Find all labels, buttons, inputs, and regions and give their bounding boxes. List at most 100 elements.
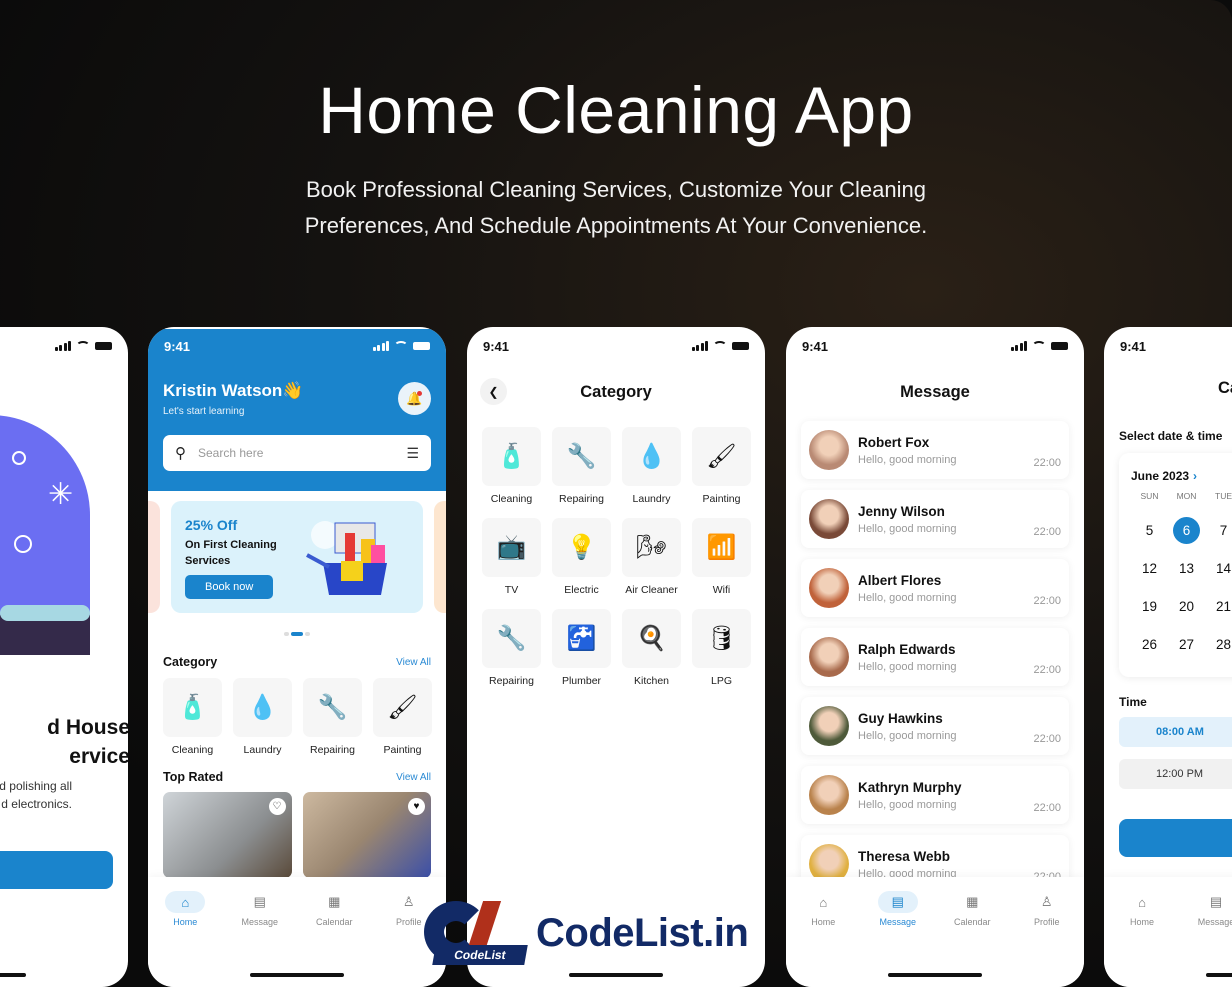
category-item[interactable]: 🔧 Repairing — [552, 427, 611, 507]
top-rated-view-all-link[interactable]: View All — [396, 772, 431, 783]
onboarding-next-button[interactable] — [0, 851, 113, 889]
message-item[interactable]: Guy Hawkins Hello, good morning 22:00 — [801, 697, 1069, 755]
category-item[interactable]: 🧴 Cleaning — [163, 678, 222, 756]
category-item[interactable]: 🍳 Kitchen — [622, 609, 681, 689]
onboarding-title: d House ervice — [0, 713, 128, 771]
tab-label: Profile — [1033, 917, 1060, 927]
message-item[interactable]: Albert Flores Hello, good morning 22:00 — [801, 559, 1069, 617]
category-item[interactable]: 🔧 Repairing — [303, 678, 362, 756]
promo-card-next[interactable] — [434, 501, 446, 613]
time-slot[interactable]: 12:00 PM — [1119, 759, 1232, 789]
message-icon: ▤ — [877, 891, 918, 913]
category-view-all-link[interactable]: View All — [396, 657, 431, 668]
message-preview: Hello, good morning — [858, 522, 957, 535]
calendar-day[interactable]: 20 — [1168, 593, 1205, 620]
status-time: 9:41 — [1120, 338, 1147, 354]
air-cleaner-icon: 🌬 — [622, 518, 681, 577]
category-item[interactable]: 💡 Electric — [552, 518, 611, 598]
painting-icon: 🖌 — [692, 427, 751, 486]
time-slot-selected[interactable]: 08:00 AM — [1119, 717, 1232, 747]
calendar-day[interactable]: 28 — [1205, 631, 1232, 658]
message-item[interactable]: Robert Fox Hello, good morning 22:00 — [801, 421, 1069, 479]
category-label: Electric — [564, 584, 599, 596]
contact-name: Albert Flores — [858, 572, 942, 588]
calendar-icon: ▦ — [966, 894, 979, 909]
tab-home[interactable]: ⌂ Home — [155, 891, 215, 987]
onboarding-title-line: ervice — [69, 745, 128, 768]
repairing-icon: 🔧 — [482, 609, 541, 668]
calendar-week: 12 13 14 — [1131, 555, 1232, 582]
calendar-day[interactable]: 12 — [1131, 555, 1168, 582]
calendar-day[interactable]: 5 — [1131, 517, 1168, 544]
status-bar: 9:41 — [1104, 329, 1232, 363]
message-item[interactable]: Ralph Edwards Hello, good morning 22:00 — [801, 628, 1069, 686]
heart-filled-icon[interactable]: ♥ — [408, 798, 425, 815]
calendar-day[interactable]: 21 — [1205, 593, 1232, 620]
category-item[interactable]: 🚰 Plumber — [552, 609, 611, 689]
search-input[interactable]: ⚲ Search here ☰ — [163, 435, 431, 471]
home-indicator — [569, 973, 663, 977]
calendar-day[interactable]: 7 — [1205, 517, 1232, 544]
category-item[interactable]: 💧 Laundry — [622, 427, 681, 507]
electric-icon: 💡 — [552, 518, 611, 577]
onboarding-desc-line: nd polishing all — [0, 779, 72, 793]
category-label: Painting — [383, 744, 422, 756]
contact-name: Ralph Edwards — [858, 641, 956, 657]
notification-bell-icon[interactable]: 🔔 — [398, 382, 431, 415]
category-item[interactable]: 🧴 Cleaning — [482, 427, 541, 507]
tab-label: Calendar — [315, 917, 353, 927]
hero-subtitle-line: Book Professional Cleaning Services, Cus… — [305, 177, 926, 202]
top-rated-card[interactable]: ♥ — [302, 792, 431, 878]
category-label: Cleaning — [171, 744, 214, 756]
tab-profile[interactable]: ♙ Profile — [1017, 891, 1077, 987]
back-chevron-icon[interactable]: ❮ — [480, 378, 507, 405]
calendar-day[interactable]: 26 — [1131, 631, 1168, 658]
category-item[interactable]: 🖌 Painting — [373, 678, 432, 756]
calendar-week: 567 — [1131, 517, 1232, 544]
category-item[interactable]: 🌬 Air Cleaner — [622, 518, 681, 598]
message-list[interactable]: Robert Fox Hello, good morning 22:00 Jenny … — [786, 421, 1084, 893]
battery-icon — [732, 342, 749, 350]
category-item[interactable]: 📶 Wifi — [692, 518, 751, 598]
page-title: Message — [900, 383, 970, 401]
message-item[interactable]: Kathryn Murphy Hello, good morning 22:00 — [801, 766, 1069, 824]
profile-icon: ♙ — [1040, 894, 1053, 909]
category-item[interactable]: 📺 TV — [482, 518, 541, 598]
calendar-day-selected[interactable]: 6 — [1173, 517, 1200, 544]
category-item[interactable]: 🛢 LPG — [692, 609, 751, 689]
category-item[interactable]: 🖌 Painting — [692, 427, 751, 507]
home-indicator — [250, 973, 344, 977]
top-rated-card[interactable]: ♡ — [163, 792, 292, 878]
weekday-headers: SUN MON TUE — [1131, 491, 1232, 501]
month-selector[interactable]: June 2023 › — [1131, 469, 1232, 483]
heart-outline-icon[interactable]: ♡ — [268, 798, 286, 815]
status-bar: 9:41 — [467, 329, 765, 363]
tab-home[interactable]: ⌂ Home — [793, 891, 853, 987]
book-now-button[interactable]: Book now — [185, 575, 274, 599]
category-label: Kitchen — [633, 675, 670, 687]
contact-name: Robert Fox — [858, 434, 930, 450]
category-label: Repairing — [489, 675, 534, 687]
calendar-day[interactable]: 14 — [1205, 555, 1232, 582]
filter-icon[interactable]: ☰ — [406, 445, 419, 462]
category-item[interactable]: 🔧 Repairing — [482, 609, 541, 689]
weekday-label: TUE — [1215, 491, 1232, 501]
confirm-button[interactable]: C — [1119, 819, 1232, 857]
calendar-day[interactable]: 27 — [1168, 631, 1205, 658]
phone-calendar: 9:41 Ca Select date & time June 2023› SU… — [1104, 327, 1232, 987]
category-item[interactable]: 💧 Laundry — [233, 678, 292, 756]
promo-banner[interactable]: 25% Off On First Cleaning Services Book … — [171, 501, 423, 613]
promo-carousel[interactable]: 25% Off On First Cleaning Services Book … — [148, 501, 446, 629]
message-item[interactable]: Jenny Wilson Hello, good morning 22:00 — [801, 490, 1069, 548]
message-preview: Hello, good morning — [858, 729, 957, 742]
chevron-right-icon[interactable]: › — [1193, 469, 1197, 483]
status-time: 9:41 — [483, 338, 510, 354]
calendar-day[interactable]: 19 — [1131, 593, 1168, 620]
category-label: Wifi — [712, 584, 731, 596]
tab-label: Home — [173, 917, 198, 927]
calendar-day[interactable]: 13 — [1168, 555, 1205, 582]
promo-card-prev[interactable] — [148, 501, 160, 613]
select-date-label: Select date & time — [1119, 429, 1223, 443]
contact-name: Guy Hawkins — [858, 710, 943, 726]
tab-home[interactable]: ⌂ Home — [1112, 891, 1172, 987]
